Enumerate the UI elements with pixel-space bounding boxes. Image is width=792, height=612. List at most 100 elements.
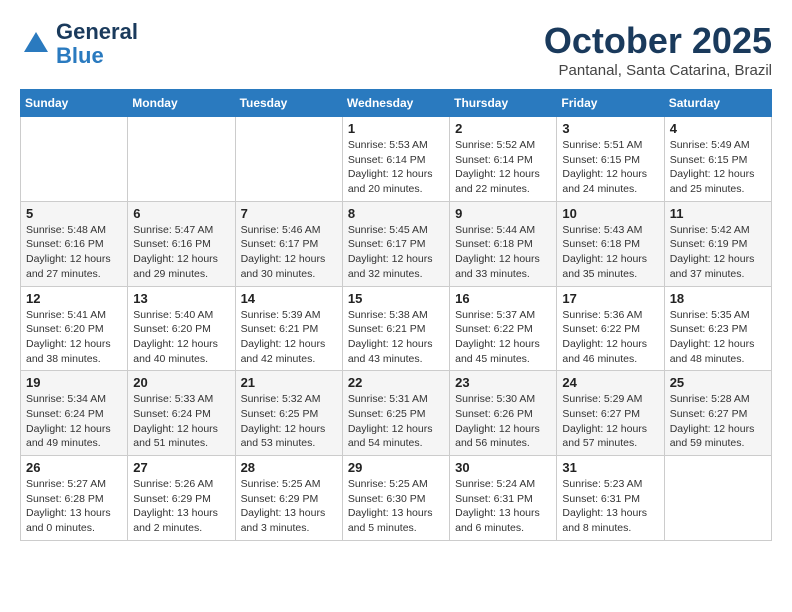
day-info: Sunrise: 5:46 AM Sunset: 6:17 PM Dayligh… bbox=[241, 223, 337, 282]
day-info: Sunrise: 5:36 AM Sunset: 6:22 PM Dayligh… bbox=[562, 308, 658, 367]
logo-text: General Blue bbox=[56, 20, 138, 68]
logo: General Blue bbox=[20, 20, 138, 68]
title-block: October 2025 Pantanal, Santa Catarina, B… bbox=[544, 20, 772, 79]
day-number: 17 bbox=[562, 291, 658, 306]
calendar-cell: 30 Sunrise: 5:24 AM Sunset: 6:31 PM Dayli… bbox=[450, 456, 557, 541]
day-info: Sunrise: 5:23 AM Sunset: 6:31 PM Dayligh… bbox=[562, 477, 658, 536]
day-number: 8 bbox=[348, 206, 444, 221]
calendar-week-5: 26Sunrise: 5:27 AM Sunset: 6:28 PM Dayli… bbox=[21, 456, 772, 541]
day-info: Sunrise: 5:37 AM Sunset: 6:22 PM Dayligh… bbox=[455, 308, 551, 367]
calendar-cell: 20Sunrise: 5:33 AM Sunset: 6:24 PM Dayli… bbox=[128, 371, 235, 456]
calendar-week-1: 1 Sunrise: 5:53 AM Sunset: 6:14 PM Daylig… bbox=[21, 117, 772, 202]
day-info: Sunrise: 5:29 AM Sunset: 6:27 PM Dayligh… bbox=[562, 392, 658, 451]
calendar-cell: 10 Sunrise: 5:43 AM Sunset: 6:18 PM Dayli… bbox=[557, 201, 664, 286]
location-subtitle: Pantanal, Santa Catarina, Brazil bbox=[544, 62, 772, 79]
day-number: 22 bbox=[348, 375, 444, 390]
calendar-header: SundayMondayTuesdayWednesdayThursdayFrid… bbox=[21, 90, 772, 117]
day-number: 25 bbox=[670, 375, 766, 390]
calendar-cell: 24 Sunrise: 5:29 AM Sunset: 6:27 PM Dayli… bbox=[557, 371, 664, 456]
calendar-cell: 28 Sunrise: 5:25 AM Sunset: 6:29 PM Dayli… bbox=[235, 456, 342, 541]
day-info: Sunrise: 5:41 AM Sunset: 6:20 PM Dayligh… bbox=[26, 308, 122, 367]
day-number: 7 bbox=[241, 206, 337, 221]
calendar-cell: 2 Sunrise: 5:52 AM Sunset: 6:14 PM Daylig… bbox=[450, 117, 557, 202]
day-info: Sunrise: 5:25 AM Sunset: 6:29 PM Dayligh… bbox=[241, 477, 337, 536]
day-number: 5 bbox=[26, 206, 122, 221]
calendar-cell: 14 Sunrise: 5:39 AM Sunset: 6:21 PM Dayli… bbox=[235, 286, 342, 371]
day-info: Sunrise: 5:53 AM Sunset: 6:14 PM Dayligh… bbox=[348, 138, 444, 197]
calendar-cell: 19 Sunrise: 5:34 AM Sunset: 6:24 PM Dayli… bbox=[21, 371, 128, 456]
calendar-cell: 9 Sunrise: 5:44 AM Sunset: 6:18 PM Daylig… bbox=[450, 201, 557, 286]
day-info: Sunrise: 5:48 AM Sunset: 6:16 PM Dayligh… bbox=[26, 223, 122, 282]
day-info: Sunrise: 5:49 AM Sunset: 6:15 PM Dayligh… bbox=[670, 138, 766, 197]
day-info: Sunrise: 5:31 AM Sunset: 6:25 PM Dayligh… bbox=[348, 392, 444, 451]
logo-icon bbox=[20, 28, 52, 60]
calendar-cell: 29Sunrise: 5:25 AM Sunset: 6:30 PM Dayli… bbox=[342, 456, 449, 541]
day-info: Sunrise: 5:33 AM Sunset: 6:24 PM Dayligh… bbox=[133, 392, 229, 451]
day-info: Sunrise: 5:35 AM Sunset: 6:23 PM Dayligh… bbox=[670, 308, 766, 367]
calendar-cell: 17 Sunrise: 5:36 AM Sunset: 6:22 PM Dayli… bbox=[557, 286, 664, 371]
day-number: 21 bbox=[241, 375, 337, 390]
day-number: 13 bbox=[133, 291, 229, 306]
weekday-header-wednesday: Wednesday bbox=[342, 90, 449, 117]
page-header: General Blue October 2025 Pantanal, Sant… bbox=[20, 20, 772, 79]
calendar-cell bbox=[664, 456, 771, 541]
calendar-cell: 5 Sunrise: 5:48 AM Sunset: 6:16 PM Daylig… bbox=[21, 201, 128, 286]
weekday-header-thursday: Thursday bbox=[450, 90, 557, 117]
weekday-header-friday: Friday bbox=[557, 90, 664, 117]
calendar-body: 1 Sunrise: 5:53 AM Sunset: 6:14 PM Daylig… bbox=[21, 117, 772, 541]
day-number: 9 bbox=[455, 206, 551, 221]
day-info: Sunrise: 5:47 AM Sunset: 6:16 PM Dayligh… bbox=[133, 223, 229, 282]
day-number: 14 bbox=[241, 291, 337, 306]
day-number: 30 bbox=[455, 460, 551, 475]
calendar-week-4: 19 Sunrise: 5:34 AM Sunset: 6:24 PM Dayli… bbox=[21, 371, 772, 456]
calendar-cell: 16 Sunrise: 5:37 AM Sunset: 6:22 PM Dayli… bbox=[450, 286, 557, 371]
month-title: October 2025 bbox=[544, 20, 772, 62]
day-number: 24 bbox=[562, 375, 658, 390]
day-info: Sunrise: 5:51 AM Sunset: 6:15 PM Dayligh… bbox=[562, 138, 658, 197]
calendar-cell: 7 Sunrise: 5:46 AM Sunset: 6:17 PM Daylig… bbox=[235, 201, 342, 286]
calendar-table: SundayMondayTuesdayWednesdayThursdayFrid… bbox=[20, 89, 772, 541]
day-number: 15 bbox=[348, 291, 444, 306]
day-number: 23 bbox=[455, 375, 551, 390]
day-info: Sunrise: 5:38 AM Sunset: 6:21 PM Dayligh… bbox=[348, 308, 444, 367]
day-number: 19 bbox=[26, 375, 122, 390]
day-number: 2 bbox=[455, 121, 551, 136]
calendar-cell: 27Sunrise: 5:26 AM Sunset: 6:29 PM Dayli… bbox=[128, 456, 235, 541]
calendar-cell: 11 Sunrise: 5:42 AM Sunset: 6:19 PM Dayli… bbox=[664, 201, 771, 286]
day-number: 11 bbox=[670, 206, 766, 221]
day-number: 3 bbox=[562, 121, 658, 136]
calendar-cell: 6 Sunrise: 5:47 AM Sunset: 6:16 PM Daylig… bbox=[128, 201, 235, 286]
calendar-cell: 3 Sunrise: 5:51 AM Sunset: 6:15 PM Daylig… bbox=[557, 117, 664, 202]
day-info: Sunrise: 5:42 AM Sunset: 6:19 PM Dayligh… bbox=[670, 223, 766, 282]
day-info: Sunrise: 5:43 AM Sunset: 6:18 PM Dayligh… bbox=[562, 223, 658, 282]
calendar-cell: 1 Sunrise: 5:53 AM Sunset: 6:14 PM Daylig… bbox=[342, 117, 449, 202]
calendar-cell: 21Sunrise: 5:32 AM Sunset: 6:25 PM Dayli… bbox=[235, 371, 342, 456]
day-info: Sunrise: 5:44 AM Sunset: 6:18 PM Dayligh… bbox=[455, 223, 551, 282]
calendar-week-3: 12 Sunrise: 5:41 AM Sunset: 6:20 PM Dayli… bbox=[21, 286, 772, 371]
day-info: Sunrise: 5:27 AM Sunset: 6:28 PM Dayligh… bbox=[26, 477, 122, 536]
day-info: Sunrise: 5:40 AM Sunset: 6:20 PM Dayligh… bbox=[133, 308, 229, 367]
day-number: 28 bbox=[241, 460, 337, 475]
day-number: 16 bbox=[455, 291, 551, 306]
weekday-header-tuesday: Tuesday bbox=[235, 90, 342, 117]
day-number: 1 bbox=[348, 121, 444, 136]
day-number: 12 bbox=[26, 291, 122, 306]
day-info: Sunrise: 5:24 AM Sunset: 6:31 PM Dayligh… bbox=[455, 477, 551, 536]
day-number: 29 bbox=[348, 460, 444, 475]
weekday-header-saturday: Saturday bbox=[664, 90, 771, 117]
calendar-cell: 4Sunrise: 5:49 AM Sunset: 6:15 PM Daylig… bbox=[664, 117, 771, 202]
calendar-cell: 23Sunrise: 5:30 AM Sunset: 6:26 PM Dayli… bbox=[450, 371, 557, 456]
calendar-cell: 31Sunrise: 5:23 AM Sunset: 6:31 PM Dayli… bbox=[557, 456, 664, 541]
day-number: 27 bbox=[133, 460, 229, 475]
calendar-cell: 22 Sunrise: 5:31 AM Sunset: 6:25 PM Dayli… bbox=[342, 371, 449, 456]
day-info: Sunrise: 5:34 AM Sunset: 6:24 PM Dayligh… bbox=[26, 392, 122, 451]
weekday-header-row: SundayMondayTuesdayWednesdayThursdayFrid… bbox=[21, 90, 772, 117]
day-info: Sunrise: 5:39 AM Sunset: 6:21 PM Dayligh… bbox=[241, 308, 337, 367]
calendar-cell bbox=[21, 117, 128, 202]
day-number: 6 bbox=[133, 206, 229, 221]
day-info: Sunrise: 5:52 AM Sunset: 6:14 PM Dayligh… bbox=[455, 138, 551, 197]
day-info: Sunrise: 5:28 AM Sunset: 6:27 PM Dayligh… bbox=[670, 392, 766, 451]
day-info: Sunrise: 5:45 AM Sunset: 6:17 PM Dayligh… bbox=[348, 223, 444, 282]
calendar-cell: 13 Sunrise: 5:40 AM Sunset: 6:20 PM Dayli… bbox=[128, 286, 235, 371]
day-number: 10 bbox=[562, 206, 658, 221]
